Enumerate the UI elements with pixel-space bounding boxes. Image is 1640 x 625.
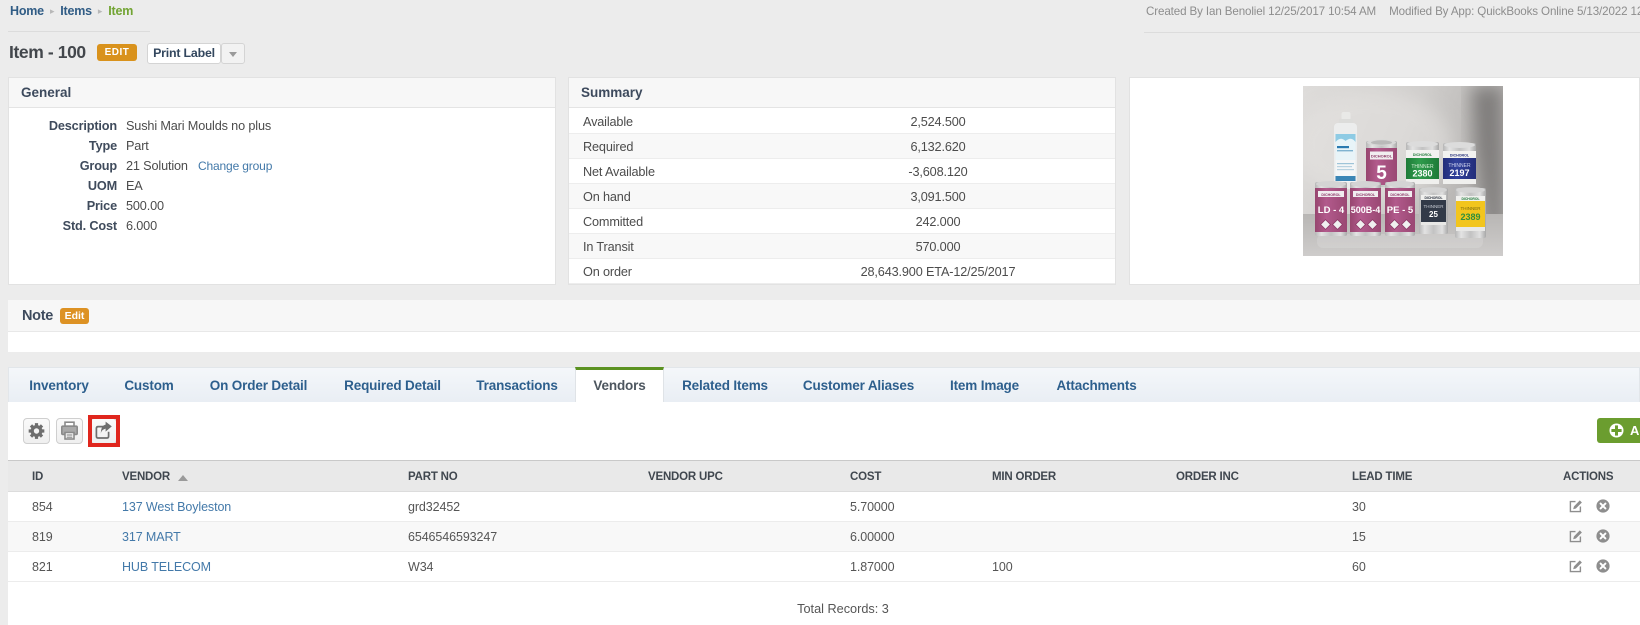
svg-text:DICHOROL: DICHOROL <box>1390 193 1410 197</box>
svg-text:DICHOROL: DICHOROL <box>1450 154 1470 158</box>
svg-text:2197: 2197 <box>1449 168 1469 178</box>
svg-text:THINNER: THINNER <box>1424 204 1445 209</box>
svg-text:2380: 2380 <box>1412 169 1432 179</box>
svg-text:25: 25 <box>1429 210 1438 219</box>
svg-text:DICHOROL: DICHOROL <box>1424 196 1442 200</box>
svg-text:DICHOROL: DICHOROL <box>1321 193 1341 197</box>
svg-text:DICHOROL: DICHOROL <box>1461 197 1479 201</box>
svg-text:THINNER: THINNER <box>1461 206 1482 211</box>
svg-text:2389: 2389 <box>1460 212 1480 222</box>
svg-text:LD - 4: LD - 4 <box>1318 205 1345 216</box>
svg-text:DICHOROL: DICHOROL <box>1356 193 1376 197</box>
svg-text:5: 5 <box>1376 163 1387 184</box>
svg-text:500B-4: 500B-4 <box>1351 205 1381 215</box>
svg-text:PE - 5: PE - 5 <box>1387 205 1414 216</box>
svg-text:DICHOROL: DICHOROL <box>1371 154 1393 159</box>
svg-text:DICHOROL: DICHOROL <box>1413 153 1433 157</box>
